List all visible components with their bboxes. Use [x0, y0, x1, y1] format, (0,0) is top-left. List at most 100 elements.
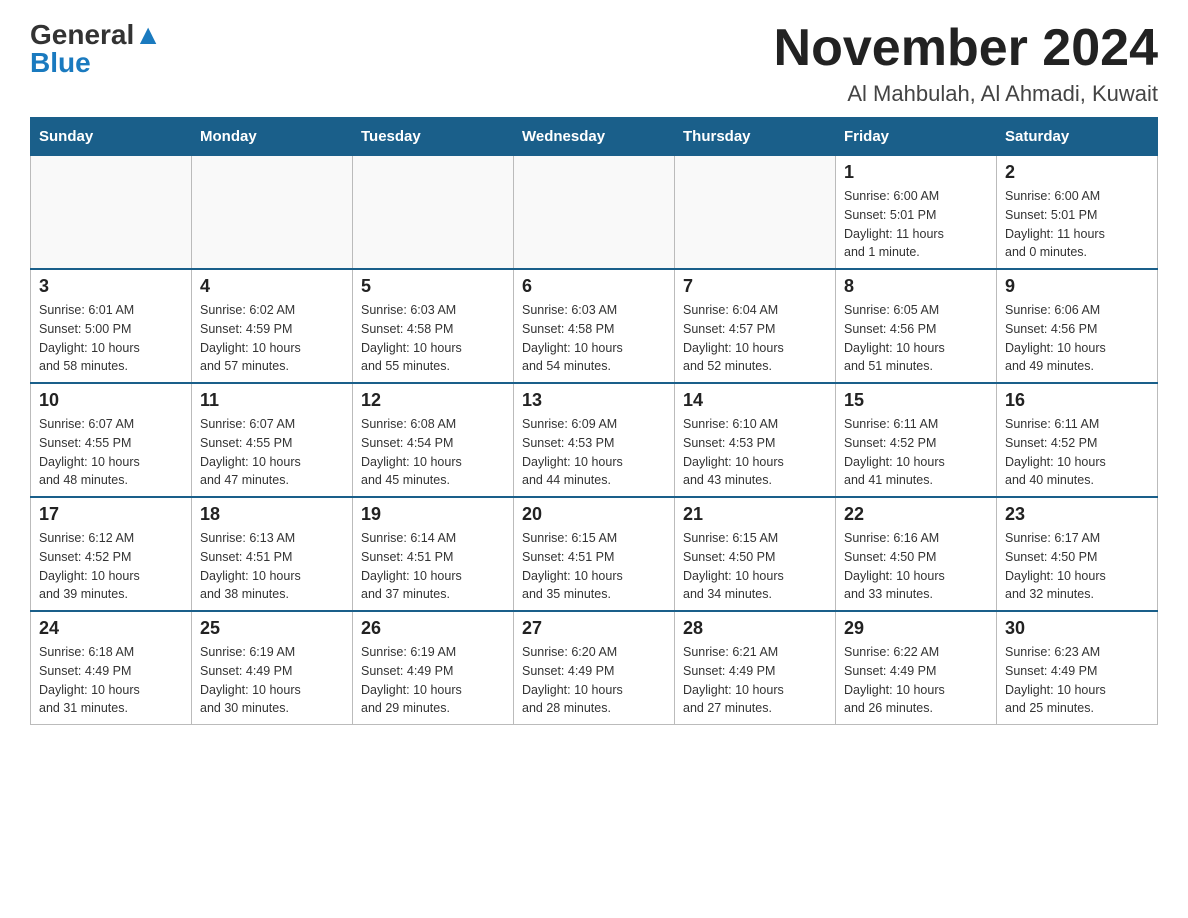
day-number: 19 [361, 504, 505, 525]
day-info: Sunrise: 6:08 AM Sunset: 4:54 PM Dayligh… [361, 415, 505, 490]
day-info: Sunrise: 6:13 AM Sunset: 4:51 PM Dayligh… [200, 529, 344, 604]
day-number: 10 [39, 390, 183, 411]
day-number: 24 [39, 618, 183, 639]
header-wednesday: Wednesday [514, 118, 675, 156]
calendar-cell: 22 Sunrise: 6:16 AM Sunset: 4:50 PM Dayli… [836, 497, 997, 611]
calendar-cell: 12 Sunrise: 6:08 AM Sunset: 4:54 PM Dayli… [353, 383, 514, 497]
calendar-cell: 7 Sunrise: 6:04 AM Sunset: 4:57 PM Daylig… [675, 269, 836, 383]
day-info: Sunrise: 6:03 AM Sunset: 4:58 PM Dayligh… [361, 301, 505, 376]
day-number: 22 [844, 504, 988, 525]
calendar-cell: 17 Sunrise: 6:12 AM Sunset: 4:52 PM Dayli… [31, 497, 192, 611]
calendar-cell: 13 Sunrise: 6:09 AM Sunset: 4:53 PM Dayli… [514, 383, 675, 497]
day-info: Sunrise: 6:11 AM Sunset: 4:52 PM Dayligh… [844, 415, 988, 490]
header-thursday: Thursday [675, 118, 836, 156]
day-info: Sunrise: 6:11 AM Sunset: 4:52 PM Dayligh… [1005, 415, 1149, 490]
header-monday: Monday [192, 118, 353, 156]
day-number: 12 [361, 390, 505, 411]
calendar-cell: 5Sunrise: 6:03 AM Sunset: 4:58 PM Daylig… [353, 269, 514, 383]
calendar-cell: 20 Sunrise: 6:15 AM Sunset: 4:51 PM Dayli… [514, 497, 675, 611]
calendar-cell: 4 Sunrise: 6:02 AM Sunset: 4:59 PM Daylig… [192, 269, 353, 383]
day-number: 7 [683, 276, 827, 297]
calendar-cell: 9 Sunrise: 6:06 AM Sunset: 4:56 PM Daylig… [997, 269, 1158, 383]
calendar-cell: 15Sunrise: 6:11 AM Sunset: 4:52 PM Dayli… [836, 383, 997, 497]
day-info: Sunrise: 6:05 AM Sunset: 4:56 PM Dayligh… [844, 301, 988, 376]
calendar-cell: 29 Sunrise: 6:22 AM Sunset: 4:49 PM Dayli… [836, 611, 997, 725]
day-number: 1 [844, 162, 988, 183]
day-info: Sunrise: 6:16 AM Sunset: 4:50 PM Dayligh… [844, 529, 988, 604]
day-info: Sunrise: 6:21 AM Sunset: 4:49 PM Dayligh… [683, 643, 827, 718]
calendar-cell: 30 Sunrise: 6:23 AM Sunset: 4:49 PM Dayli… [997, 611, 1158, 725]
calendar-week-4: 17 Sunrise: 6:12 AM Sunset: 4:52 PM Dayli… [31, 497, 1158, 611]
day-number: 13 [522, 390, 666, 411]
calendar-cell [31, 156, 192, 270]
day-number: 18 [200, 504, 344, 525]
day-number: 6 [522, 276, 666, 297]
calendar-cell [675, 156, 836, 270]
title-block: November 2024 Al Mahbulah, Al Ahmadi, Ku… [774, 20, 1158, 107]
day-number: 9 [1005, 276, 1149, 297]
day-number: 29 [844, 618, 988, 639]
logo-bottom: Blue [30, 47, 91, 79]
day-number: 27 [522, 618, 666, 639]
day-info: Sunrise: 6:07 AM Sunset: 4:55 PM Dayligh… [39, 415, 183, 490]
day-info: Sunrise: 6:07 AM Sunset: 4:55 PM Dayligh… [200, 415, 344, 490]
day-number: 20 [522, 504, 666, 525]
calendar-cell [192, 156, 353, 270]
calendar-title: November 2024 [774, 20, 1158, 77]
day-info: Sunrise: 6:06 AM Sunset: 4:56 PM Dayligh… [1005, 301, 1149, 376]
calendar-cell: 25 Sunrise: 6:19 AM Sunset: 4:49 PM Dayli… [192, 611, 353, 725]
day-info: Sunrise: 6:17 AM Sunset: 4:50 PM Dayligh… [1005, 529, 1149, 604]
calendar-cell: 27 Sunrise: 6:20 AM Sunset: 4:49 PM Dayli… [514, 611, 675, 725]
day-info: Sunrise: 6:12 AM Sunset: 4:52 PM Dayligh… [39, 529, 183, 604]
day-number: 3 [39, 276, 183, 297]
day-info: Sunrise: 6:19 AM Sunset: 4:49 PM Dayligh… [200, 643, 344, 718]
calendar-cell: 19Sunrise: 6:14 AM Sunset: 4:51 PM Dayli… [353, 497, 514, 611]
day-number: 8 [844, 276, 988, 297]
day-number: 14 [683, 390, 827, 411]
calendar-cell: 26 Sunrise: 6:19 AM Sunset: 4:49 PM Dayli… [353, 611, 514, 725]
calendar-cell: 3 Sunrise: 6:01 AM Sunset: 5:00 PM Daylig… [31, 269, 192, 383]
calendar-week-2: 3 Sunrise: 6:01 AM Sunset: 5:00 PM Daylig… [31, 269, 1158, 383]
day-number: 21 [683, 504, 827, 525]
day-info: Sunrise: 6:00 AM Sunset: 5:01 PM Dayligh… [1005, 187, 1149, 262]
day-number: 28 [683, 618, 827, 639]
day-info: Sunrise: 6:15 AM Sunset: 4:50 PM Dayligh… [683, 529, 827, 604]
calendar-cell: 14Sunrise: 6:10 AM Sunset: 4:53 PM Dayli… [675, 383, 836, 497]
day-info: Sunrise: 6:19 AM Sunset: 4:49 PM Dayligh… [361, 643, 505, 718]
day-number: 4 [200, 276, 344, 297]
calendar-cell: 23 Sunrise: 6:17 AM Sunset: 4:50 PM Dayli… [997, 497, 1158, 611]
day-number: 25 [200, 618, 344, 639]
day-info: Sunrise: 6:23 AM Sunset: 4:49 PM Dayligh… [1005, 643, 1149, 718]
calendar-cell: 6Sunrise: 6:03 AM Sunset: 4:58 PM Daylig… [514, 269, 675, 383]
calendar-cell [353, 156, 514, 270]
calendar-week-3: 10 Sunrise: 6:07 AM Sunset: 4:55 PM Dayli… [31, 383, 1158, 497]
day-info: Sunrise: 6:02 AM Sunset: 4:59 PM Dayligh… [200, 301, 344, 376]
day-number: 26 [361, 618, 505, 639]
calendar-week-5: 24 Sunrise: 6:18 AM Sunset: 4:49 PM Dayli… [31, 611, 1158, 725]
day-info: Sunrise: 6:20 AM Sunset: 4:49 PM Dayligh… [522, 643, 666, 718]
calendar-table: Sunday Monday Tuesday Wednesday Thursday… [30, 117, 1158, 725]
day-info: Sunrise: 6:09 AM Sunset: 4:53 PM Dayligh… [522, 415, 666, 490]
day-number: 2 [1005, 162, 1149, 183]
day-number: 30 [1005, 618, 1149, 639]
page-header: General▲ Blue November 2024 Al Mahbulah,… [30, 20, 1158, 107]
calendar-body: 1 Sunrise: 6:00 AM Sunset: 5:01 PM Daylig… [31, 156, 1158, 725]
day-info: Sunrise: 6:04 AM Sunset: 4:57 PM Dayligh… [683, 301, 827, 376]
calendar-cell: 10 Sunrise: 6:07 AM Sunset: 4:55 PM Dayli… [31, 383, 192, 497]
calendar-week-1: 1 Sunrise: 6:00 AM Sunset: 5:01 PM Daylig… [31, 156, 1158, 270]
calendar-cell: 11Sunrise: 6:07 AM Sunset: 4:55 PM Dayli… [192, 383, 353, 497]
day-number: 23 [1005, 504, 1149, 525]
day-number: 16 [1005, 390, 1149, 411]
header-tuesday: Tuesday [353, 118, 514, 156]
calendar-cell: 2 Sunrise: 6:00 AM Sunset: 5:01 PM Daylig… [997, 156, 1158, 270]
day-info: Sunrise: 6:18 AM Sunset: 4:49 PM Dayligh… [39, 643, 183, 718]
calendar-cell: 8 Sunrise: 6:05 AM Sunset: 4:56 PM Daylig… [836, 269, 997, 383]
day-info: Sunrise: 6:01 AM Sunset: 5:00 PM Dayligh… [39, 301, 183, 376]
header-friday: Friday [836, 118, 997, 156]
day-info: Sunrise: 6:15 AM Sunset: 4:51 PM Dayligh… [522, 529, 666, 604]
calendar-subtitle: Al Mahbulah, Al Ahmadi, Kuwait [774, 81, 1158, 107]
calendar-cell: 24 Sunrise: 6:18 AM Sunset: 4:49 PM Dayli… [31, 611, 192, 725]
day-info: Sunrise: 6:00 AM Sunset: 5:01 PM Dayligh… [844, 187, 988, 262]
day-number: 17 [39, 504, 183, 525]
day-info: Sunrise: 6:22 AM Sunset: 4:49 PM Dayligh… [844, 643, 988, 718]
